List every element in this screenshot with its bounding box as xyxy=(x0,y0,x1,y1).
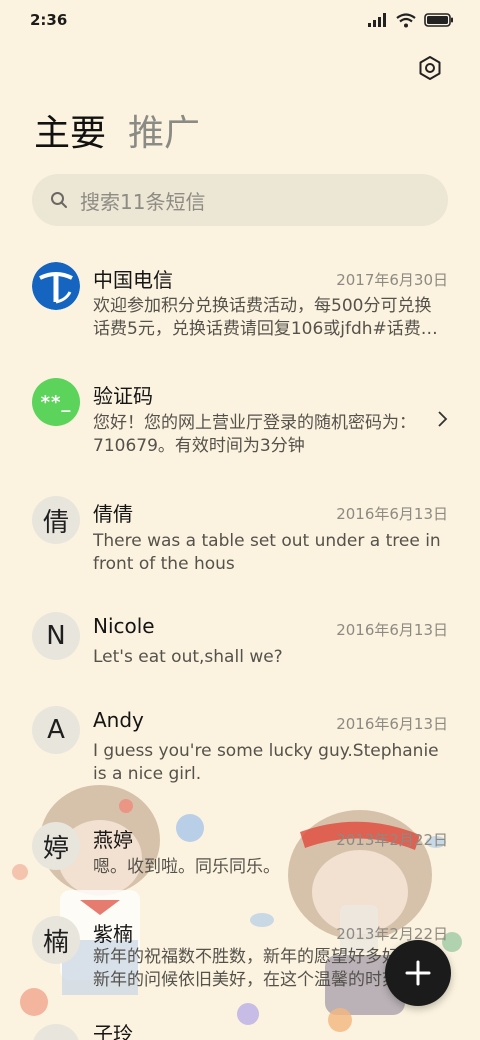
conversation-name: 燕婷 xyxy=(93,828,133,852)
conversation-date: 2013年2月22日 xyxy=(336,925,448,943)
conversation-item[interactable]: 婷 燕婷 2013年2月22日 嗯。收到啦。同乐同乐。 xyxy=(0,812,480,906)
conversation-date: 2013年2月22日 xyxy=(336,831,448,849)
avatar: **_ xyxy=(32,378,80,426)
signal-icon xyxy=(368,13,386,27)
status-time: 2:36 xyxy=(30,11,68,29)
search-input[interactable]: 搜索11条短信 xyxy=(32,174,448,226)
tab-bar: 主要 推广 xyxy=(34,104,200,156)
chevron-right-icon[interactable] xyxy=(436,410,450,428)
conversation-item[interactable]: A Andy 2016年6月13日 I guess you're some lu… xyxy=(0,696,480,812)
avatar: 倩 xyxy=(32,496,80,544)
conversation-name: 验证码 xyxy=(93,384,153,408)
avatar: 婷 xyxy=(32,822,80,870)
conversation-item[interactable]: 倩 倩倩 2016年6月13日 There was a table set ou… xyxy=(0,486,480,602)
search-icon xyxy=(51,192,67,208)
plus-icon xyxy=(405,960,431,986)
conversation-name: 子玲 xyxy=(93,1022,133,1040)
conversation-date: 2016年6月13日 xyxy=(336,715,448,733)
settings-button[interactable] xyxy=(414,52,446,84)
avatar: 楠 xyxy=(32,916,80,964)
conversation-preview: There was a table set out under a tree i… xyxy=(93,531,441,574)
conversation-preview: I guess you're some lucky guy.Stephanie … xyxy=(93,741,439,784)
conversation-name: 倩倩 xyxy=(93,502,133,526)
status-bar: 2:36 xyxy=(0,0,480,40)
new-message-button[interactable] xyxy=(385,940,451,1006)
conversation-name: 中国电信 xyxy=(93,268,173,292)
conversation-preview: Let's eat out,shall we? xyxy=(93,647,283,667)
status-icons xyxy=(368,12,454,28)
search-placeholder: 搜索11条短信 xyxy=(80,189,206,214)
gear-icon xyxy=(419,56,441,80)
conversation-preview: 嗯。收到啦。同乐同乐。 xyxy=(93,857,280,877)
conversation-name: Nicole xyxy=(93,614,155,638)
conversation-item[interactable]: 子玲 xyxy=(0,1016,480,1040)
conversation-name: Andy xyxy=(93,708,144,732)
conversation-item[interactable]: N Nicole 2016年6月13日 Let's eat out,shall … xyxy=(0,602,480,696)
wifi-icon xyxy=(396,12,416,27)
tab-promo[interactable]: 推广 xyxy=(128,104,200,156)
conversation-name: 紫楠 xyxy=(93,922,133,946)
conversation-date: 2016年6月13日 xyxy=(336,621,448,639)
avatar xyxy=(32,1024,80,1040)
conversation-date: 2017年6月30日 xyxy=(336,271,448,289)
conversation-preview: 欢迎参加积分兑换话费活动，每500分可兑换话费5元，兑换话费请回复106或jfd… xyxy=(93,296,438,339)
conversation-date: 2016年6月13日 xyxy=(336,505,448,523)
avatar: N xyxy=(32,612,80,660)
tab-main[interactable]: 主要 xyxy=(34,104,106,156)
avatar: A xyxy=(32,706,80,754)
battery-icon xyxy=(424,13,453,27)
avatar xyxy=(32,262,80,310)
conversation-item[interactable]: **_ 验证码 您好！您的网上营业厅登录的随机密码为：710679。有效时间为3… xyxy=(0,368,480,486)
conversation-list: 中国电信 2017年6月30日 欢迎参加积分兑换话费活动，每500分可兑换话费5… xyxy=(0,250,480,1040)
telecom-logo-icon xyxy=(32,262,80,310)
conversation-preview: 您好！您的网上营业厅登录的随机密码为：710679。有效时间为3分钟 xyxy=(93,413,416,456)
conversation-item[interactable]: 中国电信 2017年6月30日 欢迎参加积分兑换话费活动，每500分可兑换话费5… xyxy=(0,250,480,368)
